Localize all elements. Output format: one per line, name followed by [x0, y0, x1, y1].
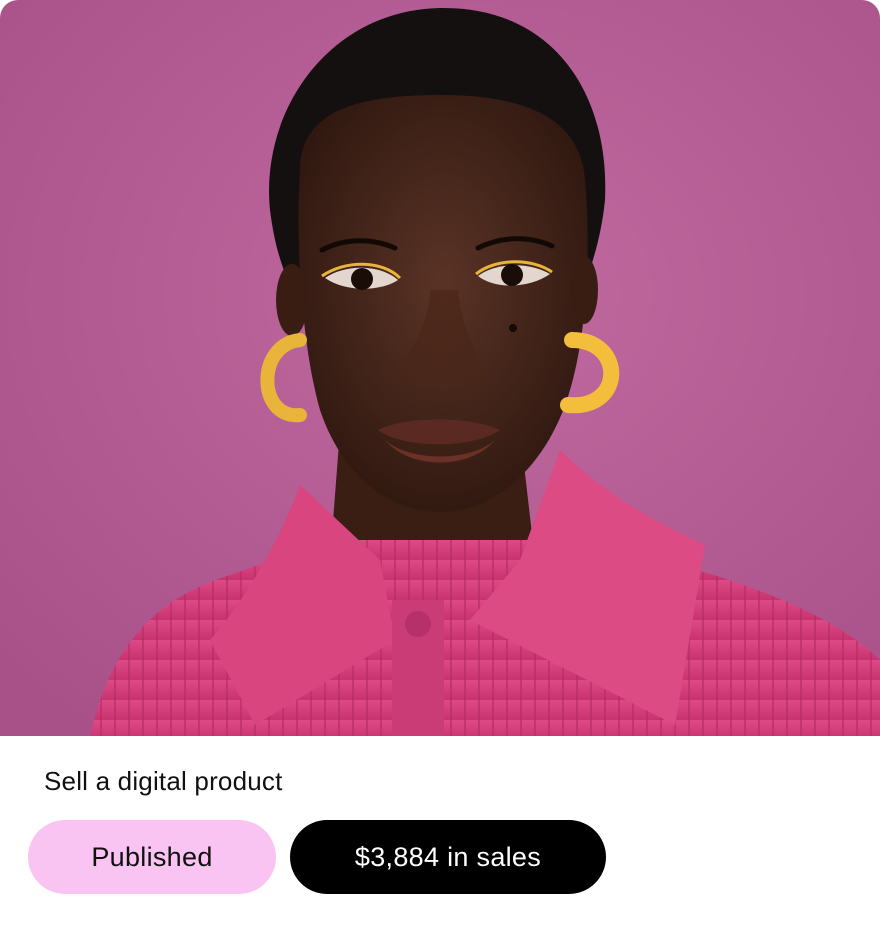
product-info: Sell a digital product Published $3,884 …: [0, 736, 880, 930]
product-card[interactable]: Sell a digital product Published $3,884 …: [0, 0, 880, 930]
sales-label: $3,884 in sales: [354, 842, 542, 872]
product-title: Sell a digital product: [44, 766, 283, 796]
portrait-illustration: [0, 0, 880, 736]
sales-badge[interactable]: $3,884 in sales: [290, 820, 606, 894]
published-status-badge[interactable]: Published: [28, 820, 276, 894]
status-label: Published: [91, 842, 213, 872]
product-image: [0, 0, 880, 736]
